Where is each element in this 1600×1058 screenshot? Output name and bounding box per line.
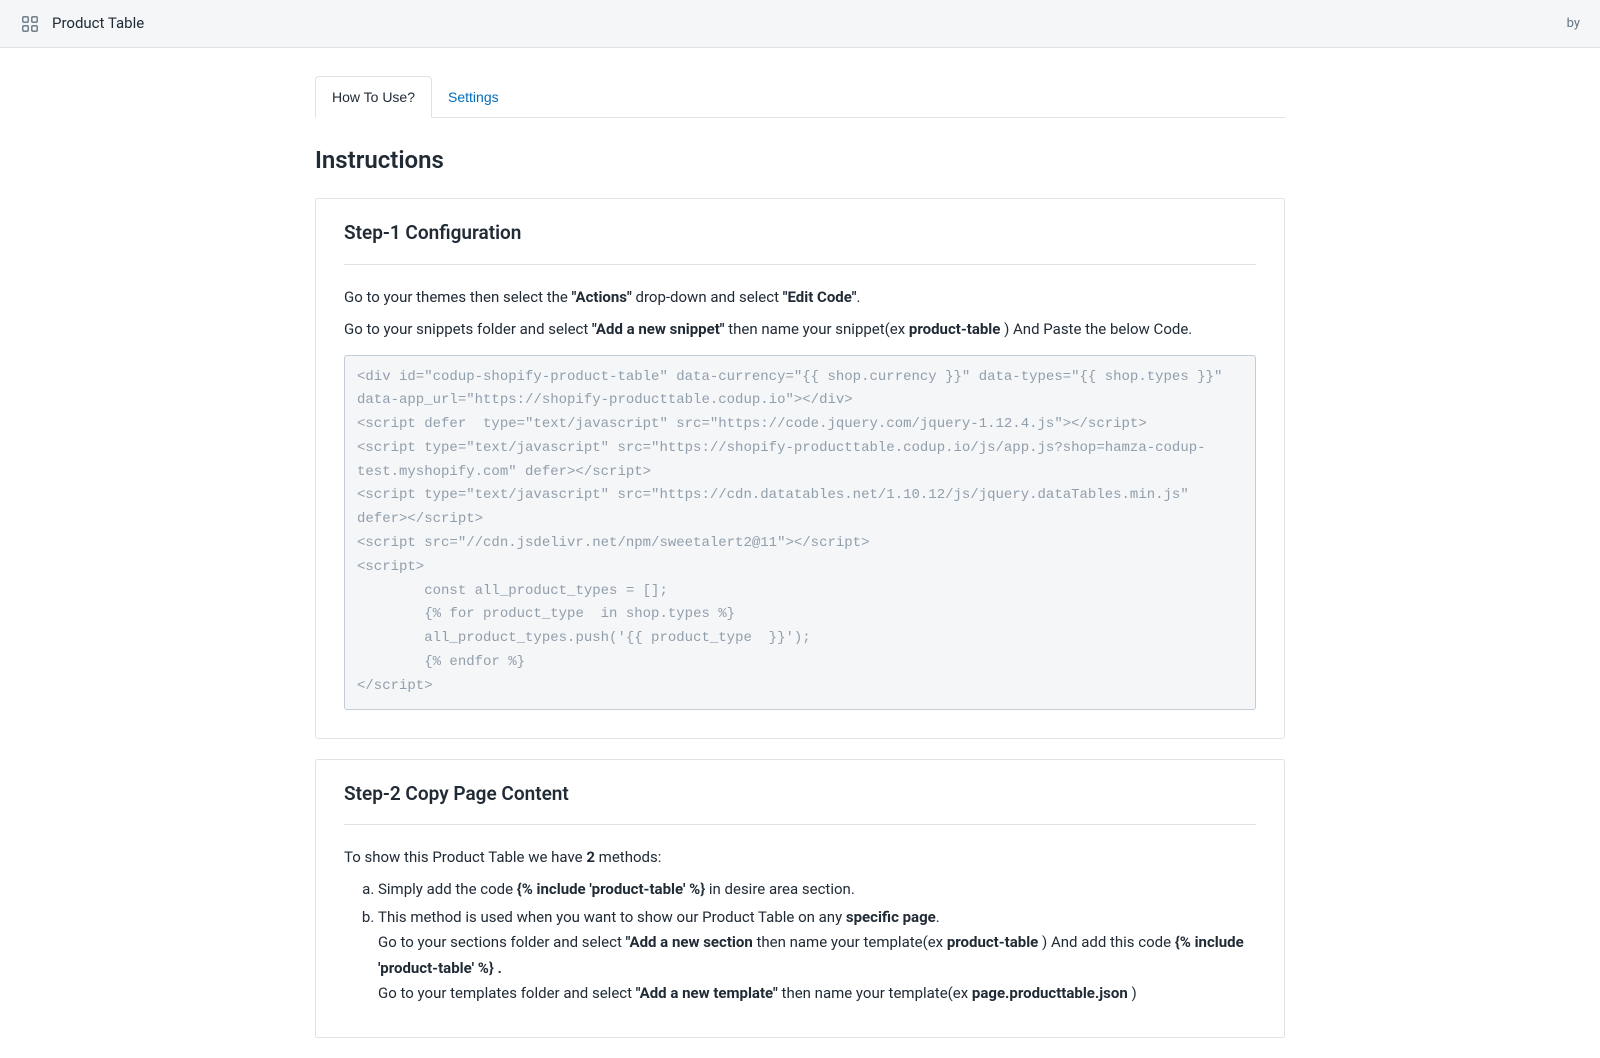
main-content: How To Use? Settings Instructions Step-1… [295, 76, 1305, 1038]
step1-line2-mid: then name your snippet(ex [725, 320, 909, 338]
mb-sub2-mid: then name your template(ex [778, 984, 972, 1002]
step1-line2: Go to your snippets folder and select "A… [344, 317, 1256, 341]
step1-line1: Go to your themes then select the "Actio… [344, 285, 1256, 309]
method-b: This method is used when you want to sho… [378, 905, 1256, 1007]
step1-line1-mid: drop-down and select [632, 288, 783, 306]
mb-sub1-mid2: ) And add this code [1038, 933, 1175, 951]
step1-line1-after: . [857, 288, 861, 306]
step1-line2-bold2: product-table [909, 320, 1000, 338]
methods-list: Simply add the code {% include 'product-… [344, 877, 1256, 1007]
step1-line1-before: Go to your themes then select the [344, 288, 572, 306]
method-a-after: in desire area section. [705, 880, 855, 898]
method-b-after: . [936, 908, 940, 926]
step1-line2-bold1: "Add a new snippet" [592, 320, 725, 338]
step1-line1-bold2: "Edit Code" [783, 288, 857, 306]
step2-intro: To show this Product Table we have 2 met… [344, 845, 1256, 869]
step1-title: Step-1 Configuration [344, 219, 1256, 265]
method-b-before: This method is used when you want to sho… [378, 908, 846, 926]
mb-sub1-bold2: product-table [947, 933, 1038, 951]
code-block[interactable]: <div id="codup-shopify-product-table" da… [344, 355, 1256, 710]
step2-intro-after: methods: [595, 848, 661, 866]
mb-sub2-after: ) [1128, 984, 1137, 1002]
app-title: Product Table [52, 12, 144, 35]
top-bar-left: Product Table [20, 12, 144, 35]
tabs: How To Use? Settings [315, 76, 1285, 118]
top-bar: Product Table by [0, 0, 1600, 48]
tab-settings[interactable]: Settings [432, 76, 515, 117]
step2-title: Step-2 Copy Page Content [344, 780, 1256, 826]
method-a-before: Simply add the code [378, 880, 517, 898]
step2-card: Step-2 Copy Page Content To show this Pr… [315, 759, 1285, 1038]
mb-sub1-mid: then name your template(ex [753, 933, 947, 951]
by-text: by [1567, 14, 1580, 34]
page-title: Instructions [315, 142, 1285, 178]
step1-line2-before: Go to your snippets folder and select [344, 320, 592, 338]
mb-sub2-before: Go to your templates folder and select [378, 984, 636, 1002]
step2-intro-before: To show this Product Table we have [344, 848, 586, 866]
method-b-bold: specific page [846, 908, 936, 926]
mb-sub2-bold1: "Add a new template" [636, 984, 778, 1002]
method-b-sub1: Go to your sections folder and select "A… [378, 930, 1256, 981]
mb-sub2-bold2: page.producttable.json [972, 984, 1128, 1002]
step2-intro-bold: 2 [586, 848, 595, 866]
step1-line1-bold1: "Actions" [572, 288, 632, 306]
mb-sub1-bold1: "Add a new section [626, 933, 753, 951]
method-a-bold: {% include 'product-table' %} [517, 880, 705, 898]
tab-how-to-use[interactable]: How To Use? [315, 76, 432, 118]
method-a: Simply add the code {% include 'product-… [378, 877, 1256, 903]
mb-sub1-before: Go to your sections folder and select [378, 933, 626, 951]
method-b-sub2: Go to your templates folder and select "… [378, 981, 1256, 1007]
app-grid-icon [20, 14, 40, 34]
step1-card: Step-1 Configuration Go to your themes t… [315, 198, 1285, 739]
step1-line2-after: ) And Paste the below Code. [1000, 320, 1192, 338]
